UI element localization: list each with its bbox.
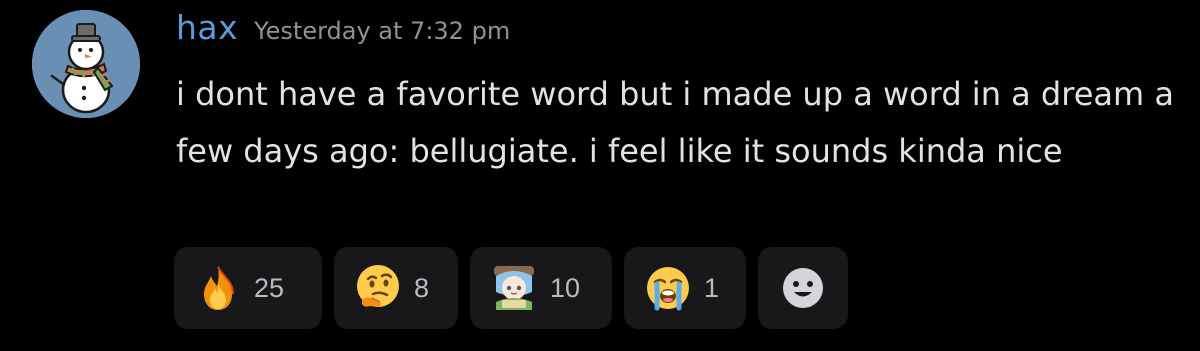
reaction-count: 1 [704,272,720,303]
reactions-bar: 25 8 10 1 [174,247,848,329]
thinking-face-emoji-icon [357,265,399,307]
reaction-fire[interactable]: 25 [174,247,322,329]
avatar[interactable] [32,10,140,118]
reaction-count: 10 [550,272,581,303]
add-reaction-button[interactable] [758,247,848,329]
reaction-custom[interactable]: 10 [470,247,612,329]
fire-emoji-icon [204,266,234,310]
message-text: i dont have a favorite word but i made u… [176,75,1174,170]
chat-message: hax Yesterday at 7:32 pm i dont have a f… [0,0,1200,351]
message-header: hax Yesterday at 7:32 pm [176,8,510,52]
custom-anime-character-emoji-icon [494,266,534,310]
reaction-thinking[interactable]: 8 [334,247,458,329]
username[interactable]: hax [176,8,238,47]
snowman-avatar-image [32,10,140,118]
reaction-crying[interactable]: 1 [624,247,746,329]
loudly-crying-face-emoji-icon [647,267,689,311]
timestamp[interactable]: Yesterday at 7:32 pm [254,17,510,45]
reaction-count: 8 [414,272,430,303]
add-reaction-smiley-icon [783,268,823,308]
reaction-count: 25 [254,272,285,303]
